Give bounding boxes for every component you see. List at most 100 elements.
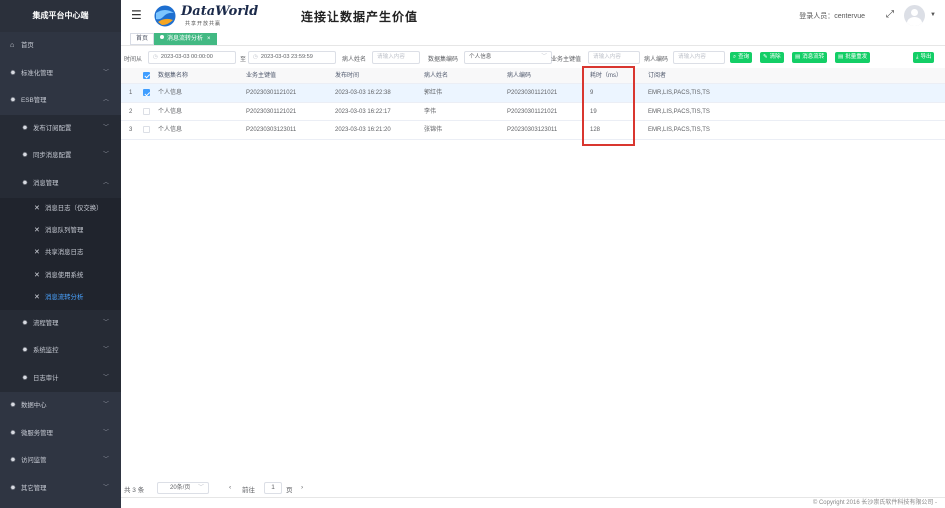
header-publish-time: 发布时间 — [335, 73, 360, 79]
table-row[interactable]: 2 个人信息 P20230301121021 2023-03-03 16:22:… — [121, 103, 945, 122]
filter-bar: 时间从 ◷ 2023-03-03 00:00:00 至 ◷ 2023-03-03 2… — [121, 50, 945, 66]
cell-patient-name: 李伟 — [424, 108, 437, 115]
sidebar-item-process-management[interactable]: ✹ 流程管理 ﹀ — [0, 309, 121, 338]
chevron-down-icon: ﹀ — [197, 485, 204, 491]
prev-page-icon[interactable]: ‹ — [229, 484, 231, 491]
tab-message-flow-analysis[interactable]: 消息流转分析 × — [154, 33, 217, 45]
tab-label: 首页 — [136, 36, 149, 42]
chevron-down-icon: ﹀ — [102, 457, 109, 464]
chevron-down-icon: ﹀ — [102, 485, 109, 492]
chevron-up-icon: ︿ — [102, 179, 109, 186]
cell-patient-name: 郭红伟 — [424, 90, 443, 96]
chevron-down-icon: ﹀ — [102, 429, 109, 436]
chevron-down-icon: ﹀ — [102, 347, 109, 354]
sidebar-item-log-audit[interactable]: ✹ 日志审计 ﹀ — [0, 364, 121, 393]
patient-name-input[interactable]: 请输入内容 — [372, 51, 420, 64]
chevron-up-icon: ︿ — [102, 97, 109, 104]
sidebar-item-message-management[interactable]: ✹ 消息管理 ︿ — [0, 169, 121, 198]
sidebar-item-label: 系统监控 — [33, 347, 59, 355]
avatar[interactable] — [904, 5, 925, 26]
pagination: 共 3 条 20条/页 ﹀ ‹ 前往 1 页 › — [121, 481, 945, 495]
sidebar-item-label: 其它管理 — [21, 485, 47, 493]
page-input[interactable]: 1 — [264, 482, 282, 494]
login-label: 登录人员： — [799, 13, 835, 20]
tab-home[interactable]: 首页 — [130, 33, 155, 45]
sidebar-item-label: 同步消息配置 — [33, 152, 72, 160]
active-dot-icon — [160, 35, 164, 39]
home-icon: ⌂ — [10, 42, 15, 49]
header-patient-code: 病人编码 — [507, 73, 532, 79]
message-flow-button[interactable]: ▤ 消息流转 — [792, 52, 828, 63]
message-table: 数据集名称 业务主键值 发布时间 病人姓名 病人编码 耗时（ms） 订阅者 1 … — [121, 68, 945, 140]
time-from-input[interactable]: ◷ 2023-03-03 00:00:00 — [148, 51, 236, 64]
row-index: 3 — [129, 127, 133, 134]
row-checkbox[interactable] — [143, 126, 150, 134]
sidebar-item-message-queue[interactable]: ✕ 消息队列管理 — [0, 219, 121, 243]
dataset-code-select[interactable]: 个人信息 ﹀ — [464, 51, 552, 64]
cell-publish-time: 2023-03-03 16:22:38 — [335, 90, 391, 96]
sidebar-item-access-supervision[interactable]: ✹ 访问监管 ﹀ — [0, 447, 121, 475]
page-size-select[interactable]: 20条/页 ﹀ — [157, 482, 209, 494]
tools-icon: ✕ — [34, 271, 40, 279]
chevron-down-icon: ﹀ — [102, 152, 109, 159]
goto-label: 前往 — [242, 487, 255, 494]
caret-down-icon[interactable]: ▼ — [930, 12, 936, 18]
document-icon: ▤ — [795, 54, 801, 60]
table-row[interactable]: 3 个人信息 P20230303123011 2023-03-03 16:21:… — [121, 121, 945, 140]
sidebar-item-label: 微服务管理 — [21, 429, 53, 437]
sidebar-item-message-systems[interactable]: ✕ 消息使用系统 — [0, 264, 121, 288]
row-checkbox[interactable] — [143, 107, 150, 115]
time-to-input[interactable]: ◷ 2023-03-03 23:59:59 — [248, 51, 336, 64]
sidebar-item-standardization[interactable]: ✹ 标准化管理 ﹀ — [0, 60, 121, 88]
business-key-input[interactable]: 请输入内容 — [588, 51, 640, 64]
globe-logo-icon — [153, 4, 177, 28]
dataset-code-label: 数据集编码 — [428, 57, 459, 63]
sidebar-item-label: 发布订阅配置 — [33, 124, 72, 132]
header-subscribers: 订阅者 — [648, 73, 667, 79]
top-header: ☰ DataWorld 共享开放共赢 连接让数据产生价值 登录人员：center… — [121, 0, 945, 32]
next-page-icon[interactable]: › — [301, 484, 303, 491]
sidebar-item-message-flow-analysis[interactable]: ✕ 消息流转分析 — [0, 287, 121, 310]
hamburger-menu-icon[interactable]: ☰ — [131, 9, 142, 21]
sidebar-item-data-center[interactable]: ✹ 数据中心 ﹀ — [0, 392, 121, 420]
gear-icon: ✹ — [22, 152, 28, 160]
download-icon: ⤓ — [916, 54, 919, 60]
total-count: 共 3 条 — [124, 487, 145, 494]
gear-icon: ✹ — [22, 347, 28, 355]
fullscreen-icon[interactable]: ⤢ — [886, 9, 894, 20]
batch-resend-button[interactable]: ▤ 批量重发 — [835, 52, 871, 63]
sidebar-item-system-monitor[interactable]: ✹ 系统监控 ﹀ — [0, 337, 121, 365]
export-button[interactable]: ⤓ 导出 — [913, 52, 935, 63]
header-dataset-name: 数据集名称 — [158, 73, 189, 79]
sidebar-item-sync-message[interactable]: ✹ 同步消息配置 ﹀ — [0, 142, 121, 170]
close-icon[interactable]: × — [207, 36, 211, 42]
logo-tagline: 共享开放共赢 — [185, 21, 222, 27]
sidebar-item-label: 首页 — [21, 42, 34, 49]
row-checkbox[interactable] — [143, 89, 150, 97]
search-button[interactable]: ⌕ 查询 — [730, 52, 753, 63]
reset-button[interactable]: ✎ 清除 — [760, 52, 784, 63]
sidebar-item-message-log[interactable]: ✕ 消息日志（仅交换） — [0, 197, 121, 220]
cell-patient-code: P20230301121021 — [507, 108, 558, 115]
cell-subscribers: EMR,LIS,PACS,TIS,TS — [648, 127, 710, 134]
sidebar-item-label: 消息队列管理 — [45, 226, 84, 234]
select-all-checkbox[interactable] — [143, 72, 150, 79]
sidebar-item-label: 消息使用系统 — [45, 271, 84, 279]
copyright: © Copyright 2016 长沙崇氏软件科技有限公司 - — [121, 497, 945, 508]
login-info: 登录人员：centervue — [799, 11, 865, 21]
document-icon: ▤ — [838, 54, 844, 60]
sidebar-item-esb[interactable]: ✹ ESB管理 ︿ — [0, 87, 121, 115]
patient-code-input[interactable]: 请输入内容 — [673, 51, 725, 64]
patient-code-label: 病人编码 — [644, 57, 669, 63]
sidebar-item-publish-subscribe[interactable]: ✹ 发布订阅配置 ﹀ — [0, 114, 121, 143]
table-header-row: 数据集名称 业务主键值 发布时间 病人姓名 病人编码 耗时（ms） 订阅者 — [121, 68, 945, 84]
cell-patient-code: P20230301121021 — [507, 90, 558, 96]
cell-publish-time: 2023-03-03 16:22:17 — [335, 108, 391, 115]
gear-icon: ✹ — [10, 402, 16, 410]
cell-business-key: P20230303123011 — [246, 127, 297, 134]
sidebar-item-shared-message-log[interactable]: ✕ 共享消息日志 — [0, 242, 121, 265]
sidebar-item-microservice[interactable]: ✹ 微服务管理 ﹀ — [0, 420, 121, 448]
table-row[interactable]: 1 个人信息 P20230301121021 2023-03-03 16:22:… — [121, 84, 945, 103]
sidebar-item-home[interactable]: ⌂ 首页 — [0, 32, 121, 60]
sidebar-item-other[interactable]: ✹ 其它管理 ﹀ — [0, 475, 121, 503]
